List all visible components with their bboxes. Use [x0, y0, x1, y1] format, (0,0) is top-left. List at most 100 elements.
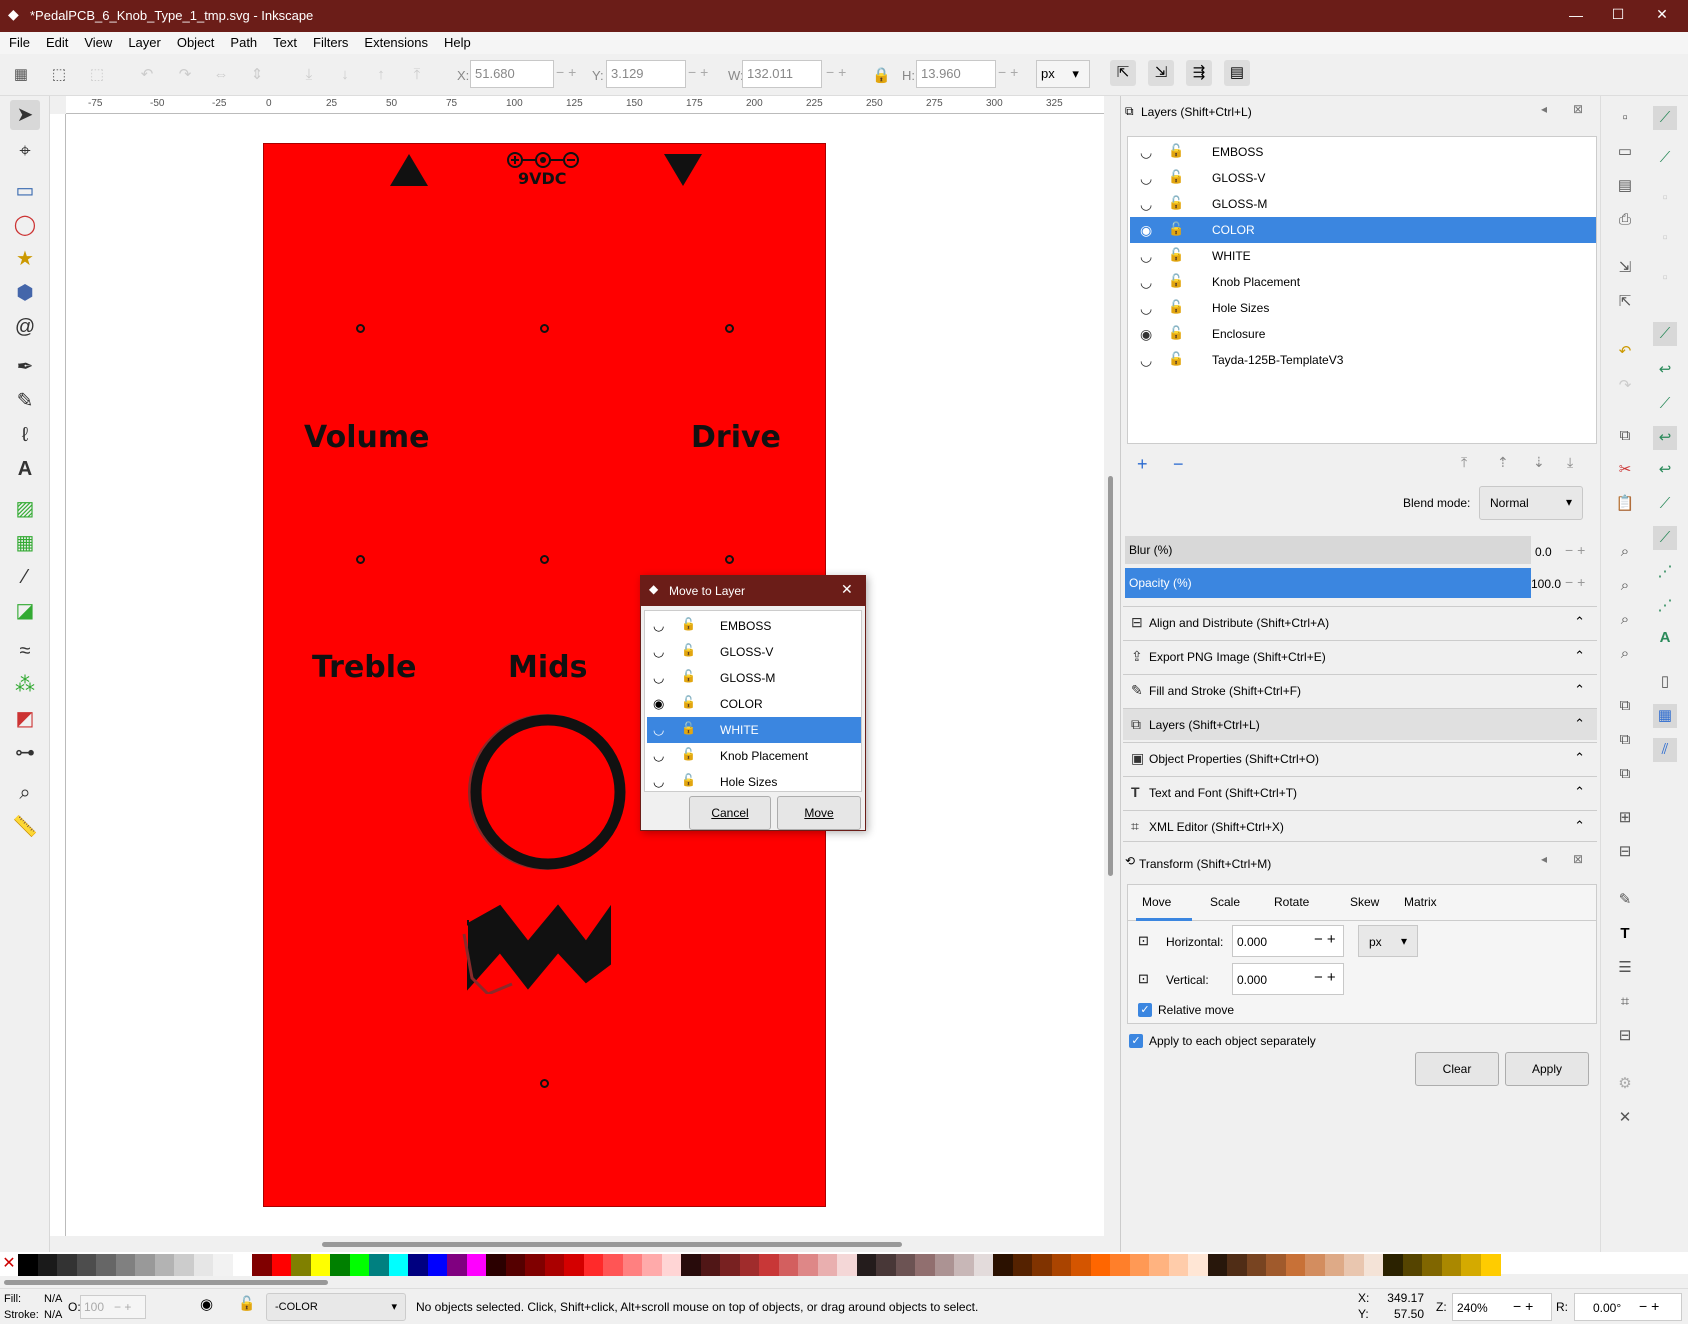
color-swatch[interactable]	[1305, 1254, 1325, 1276]
color-swatch[interactable]	[388, 1254, 409, 1276]
color-swatch[interactable]	[993, 1254, 1013, 1276]
duplicate-icon[interactable]: ⧉	[1613, 694, 1637, 718]
color-swatch[interactable]	[700, 1254, 721, 1276]
dialog-layer-row[interactable]: ◡ 🔓 Hole Sizes	[647, 769, 861, 791]
menu-help[interactable]: Help	[435, 32, 478, 50]
layers-tab[interactable]: ⧉ Layers (Shift+Ctrl+L) ⌃	[1123, 708, 1597, 740]
undock-icon[interactable]: ◂	[1541, 852, 1547, 866]
move-button[interactable]: Move	[777, 796, 861, 830]
star-tool-icon[interactable]: ★	[10, 244, 40, 274]
layer-row[interactable]: ◡ 🔓 GLOSS-V	[1130, 165, 1596, 191]
menu-edit[interactable]: Edit	[37, 32, 75, 50]
menu-extensions[interactable]: Extensions	[355, 32, 435, 50]
color-swatch[interactable]	[232, 1254, 253, 1276]
color-swatch[interactable]	[1480, 1254, 1501, 1276]
spiral-tool-icon[interactable]: @	[10, 312, 40, 342]
unlock-icon[interactable]: 🔓	[1168, 273, 1184, 289]
color-swatch[interactable]	[1110, 1254, 1130, 1276]
cancel-button[interactable]: Cancel	[689, 796, 771, 830]
text-tool-icon[interactable]: A	[10, 454, 40, 484]
opacity-value[interactable]: 100.0	[1531, 577, 1561, 591]
unlock-icon[interactable]: 🔓	[1168, 221, 1184, 237]
layer-row[interactable]: ◡ 🔓 Knob Placement	[1130, 269, 1596, 295]
lower-icon[interactable]: ↓	[332, 62, 358, 88]
menu-file[interactable]: File	[0, 32, 37, 50]
color-swatch[interactable]	[1090, 1254, 1111, 1276]
horizontal-scrollbar[interactable]	[66, 1236, 1104, 1252]
layer-row[interactable]: ◡ 🔓 EMBOSS	[1130, 139, 1596, 165]
color-swatch[interactable]	[720, 1254, 740, 1276]
clone-icon[interactable]: ⧉	[1613, 728, 1637, 752]
color-swatch[interactable]	[856, 1254, 877, 1276]
text-font-tab[interactable]: T Text and Font (Shift+Ctrl+T) ⌃	[1123, 776, 1597, 808]
color-swatch[interactable]	[193, 1254, 214, 1276]
color-swatch[interactable]	[369, 1254, 389, 1276]
close-button[interactable]: ✕	[1642, 6, 1682, 23]
select-all-layers-icon[interactable]: ⬚	[46, 62, 72, 88]
color-swatch[interactable]	[739, 1254, 760, 1276]
vertical-stepper[interactable]: − +	[1314, 969, 1336, 986]
blur-stepper[interactable]: − +	[1565, 542, 1585, 558]
color-swatch[interactable]	[76, 1254, 97, 1276]
align-icon[interactable]: ⊟	[1613, 1024, 1637, 1048]
color-swatch[interactable]	[57, 1254, 77, 1276]
color-swatch[interactable]	[1266, 1254, 1286, 1276]
color-swatch[interactable]	[973, 1254, 994, 1276]
color-swatch[interactable]	[876, 1254, 896, 1276]
group-icon[interactable]: ⊞	[1613, 806, 1637, 830]
zoom-field[interactable]: 240% − +	[1452, 1293, 1552, 1321]
rotation-field[interactable]: 0.00° − +	[1574, 1293, 1682, 1321]
color-swatch[interactable]	[895, 1254, 916, 1276]
snap-nodes-icon[interactable]: ⟋	[1653, 322, 1677, 346]
color-swatch[interactable]	[1324, 1254, 1345, 1276]
calligraphy-tool-icon[interactable]: ℓ	[10, 420, 40, 450]
raise-top-icon[interactable]: ⤒	[404, 62, 430, 88]
color-swatch[interactable]	[642, 1254, 662, 1276]
select-all-icon[interactable]: ▦	[8, 62, 34, 88]
dialog-layer-row-selected[interactable]: ◡ 🔓 WHITE	[647, 717, 861, 743]
snap-cusp-icon[interactable]: ↩	[1653, 426, 1677, 450]
color-swatch[interactable]	[154, 1254, 175, 1276]
color-swatch[interactable]	[1461, 1254, 1481, 1276]
rectangle-tool-icon[interactable]: ▭	[10, 176, 40, 206]
unlock-icon[interactable]: 🔓	[1168, 325, 1184, 341]
color-swatch[interactable]	[252, 1254, 272, 1276]
opacity-field[interactable]: 100− +	[80, 1295, 146, 1319]
apply-each-checkbox[interactable]: ✓	[1129, 1034, 1143, 1048]
color-swatch[interactable]	[1383, 1254, 1403, 1276]
minimize-button[interactable]: —	[1556, 7, 1596, 23]
color-swatch[interactable]	[1149, 1254, 1169, 1276]
color-swatch[interactable]	[466, 1254, 487, 1276]
color-swatch[interactable]	[661, 1254, 682, 1276]
layer-visibility-icon[interactable]: ◉	[200, 1295, 213, 1313]
color-swatch[interactable]	[1402, 1254, 1423, 1276]
save-icon[interactable]: ▤	[1613, 174, 1637, 198]
color-swatch[interactable]	[486, 1254, 506, 1276]
tab-matrix[interactable]: Matrix	[1404, 895, 1437, 909]
layer-to-top-icon[interactable]: ⤒	[1461, 454, 1467, 471]
paste-icon[interactable]: 📋	[1613, 492, 1637, 516]
layers-icon[interactable]: ☰	[1613, 956, 1637, 980]
color-swatch[interactable]	[798, 1254, 818, 1276]
snap-text-baseline-icon[interactable]: ⋰	[1653, 594, 1677, 618]
pen-tool-icon[interactable]: ✒	[10, 352, 40, 382]
menu-view[interactable]: View	[75, 32, 119, 50]
color-swatch[interactable]	[1227, 1254, 1247, 1276]
y-field[interactable]: 3.129	[606, 60, 686, 88]
snap-midpoints-icon[interactable]: ⟋	[1653, 492, 1677, 516]
close-panel-icon[interactable]: ⊠	[1573, 852, 1583, 866]
color-swatch[interactable]	[1285, 1254, 1306, 1276]
unlock-icon[interactable]: 🔓	[1168, 169, 1184, 185]
xml-editor-icon[interactable]: ⌗	[1613, 990, 1637, 1014]
unlock-icon[interactable]: 🔓	[1168, 247, 1184, 263]
color-swatch[interactable]	[817, 1254, 838, 1276]
hidden-eye-icon[interactable]: ◡	[1140, 196, 1152, 213]
vertical-scrollbar[interactable]	[1104, 96, 1116, 1252]
pencil-tool-icon[interactable]: ✎	[10, 386, 40, 416]
color-swatch[interactable]	[583, 1254, 604, 1276]
snap-rotation-center-icon[interactable]: ⋰	[1653, 560, 1677, 584]
color-swatch[interactable]	[564, 1254, 584, 1276]
rotate-cw-icon[interactable]: ↷	[172, 62, 198, 88]
export-icon[interactable]: ⇱	[1613, 290, 1637, 314]
color-swatch[interactable]	[1129, 1254, 1150, 1276]
